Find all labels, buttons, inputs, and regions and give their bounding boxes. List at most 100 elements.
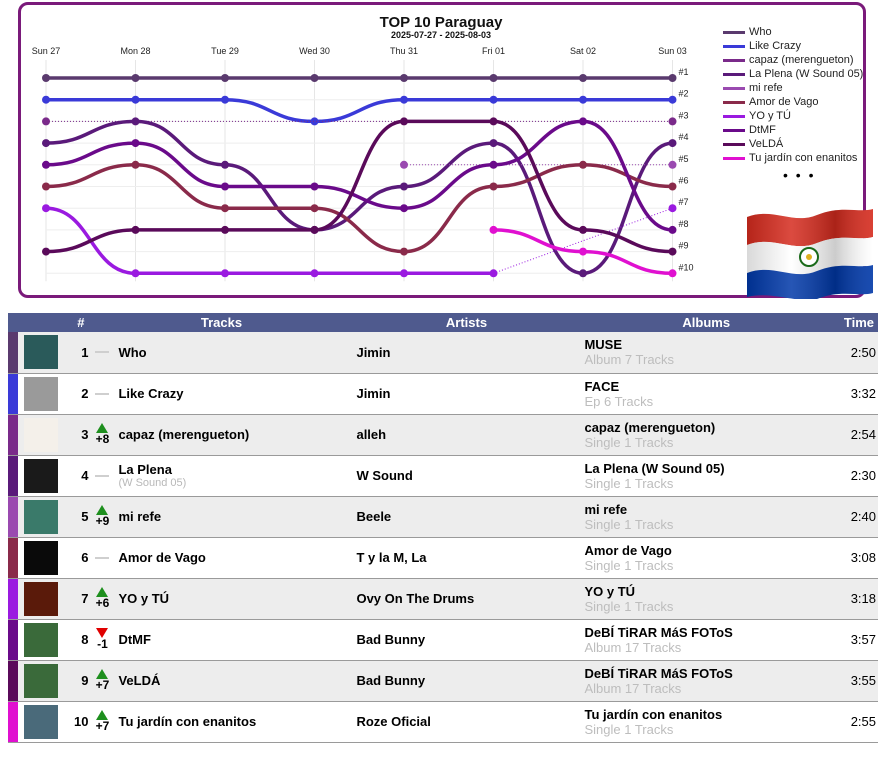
table-row[interactable]: 9 +7 VeLDÁ Bad Bunny DeBÍ TiRAR MáS FOToS Alb… <box>8 660 878 701</box>
header-albums: Albums <box>580 313 832 332</box>
series-point <box>489 182 498 191</box>
artist-cell[interactable]: Roze Oficial <box>352 701 581 742</box>
series-point <box>400 74 408 82</box>
album-cell[interactable]: DeBÍ TiRAR MáS FOToS Album 17 Tracks <box>580 660 832 701</box>
series-point <box>400 95 408 104</box>
track-cell[interactable]: Amor de Vago <box>114 537 353 578</box>
series-point <box>400 182 408 191</box>
rank-cell: 6 <box>70 537 91 578</box>
table-row[interactable]: 7 +6 YO y TÚ Ovy On The Drums YO y TÚ Single … <box>8 578 878 619</box>
album-cover-image[interactable] <box>24 704 58 739</box>
legend-more-icon[interactable]: • • • <box>783 167 883 183</box>
track-cell[interactable]: mi refe <box>114 496 353 537</box>
track-cell[interactable]: Like Crazy <box>114 373 353 414</box>
track-duration: 2:55 <box>850 714 876 729</box>
table-row[interactable]: 3 +8 capaz (merengueton) alleh capaz (mereng… <box>8 414 878 455</box>
album-cover-image[interactable] <box>24 376 58 411</box>
album-cover-image[interactable] <box>24 581 58 616</box>
legend-item: Who <box>723 25 883 39</box>
track-title: YO y TÚ <box>118 591 170 606</box>
legend-swatch <box>723 114 745 118</box>
artist-cell[interactable]: Beele <box>352 496 581 537</box>
table-row[interactable]: 2 Like Crazy Jimin FACE Ep 6 Tracks 3:32 <box>8 373 878 414</box>
album-cell[interactable]: capaz (merengueton) Single 1 Tracks <box>580 414 832 455</box>
table-row[interactable]: 8 -1 DtMF Bad Bunny DeBÍ TiRAR MáS FOToS Albu… <box>8 619 878 660</box>
day-label: Tue 29 <box>211 46 239 56</box>
track-cell[interactable]: La Plena (W Sound 05) <box>114 455 353 496</box>
legend-swatch <box>723 58 745 62</box>
movement-cell <box>90 455 115 496</box>
movement-cell: +8 <box>90 414 115 455</box>
album-cell[interactable]: Amor de Vago Single 1 Tracks <box>580 537 832 578</box>
album-cell[interactable]: La Plena (W Sound 05) Single 1 Tracks <box>580 455 832 496</box>
day-label: Sun 27 <box>32 46 61 56</box>
album-cover-image[interactable] <box>24 335 58 370</box>
album-cell[interactable]: DeBÍ TiRAR MáS FOToS Album 17 Tracks <box>580 619 832 660</box>
album-cover-image[interactable] <box>24 499 58 534</box>
track-cell[interactable]: capaz (merengueton) <box>114 414 353 455</box>
table-row[interactable]: 1 Who Jimin MUSE Album 7 Tracks 2:50 <box>8 332 878 373</box>
series-point <box>221 160 229 169</box>
table-row[interactable]: 4 La Plena (W Sound 05) W Sound La Plena (W … <box>8 455 878 496</box>
album-cover-image[interactable] <box>24 417 58 452</box>
artist-name: Beele <box>356 509 392 524</box>
artist-cell[interactable]: alleh <box>352 414 581 455</box>
album-subtitle: Single 1 Tracks <box>584 557 674 573</box>
artist-cell[interactable]: Bad Bunny <box>352 619 581 660</box>
legend-swatch <box>723 100 745 104</box>
artist-cell[interactable]: Ovy On The Drums <box>352 578 581 619</box>
track-cell[interactable]: DtMF <box>114 619 353 660</box>
time-cell: 3:57 <box>832 619 878 660</box>
album-cover-image[interactable] <box>24 458 58 493</box>
legend-swatch <box>723 142 745 146</box>
artist-cell[interactable]: T y la M, La <box>352 537 581 578</box>
artist-cell[interactable]: W Sound <box>352 455 581 496</box>
table-row[interactable]: 6 Amor de Vago T y la M, La Amor de Vago Sin… <box>8 537 878 578</box>
table-header: # Tracks Artists Albums Time <box>8 313 878 332</box>
rank-number: 3 <box>81 427 89 442</box>
series-point <box>221 269 229 278</box>
track-cell[interactable]: Who <box>114 332 353 373</box>
legend-item: VeLDÁ <box>723 137 883 151</box>
day-label: Thu 31 <box>390 46 418 56</box>
album-subtitle: Ep 6 Tracks <box>584 393 654 409</box>
no-change-icon <box>95 392 110 395</box>
album-title: La Plena (W Sound 05) <box>584 460 725 476</box>
artist-cell[interactable]: Jimin <box>352 373 581 414</box>
no-change-icon <box>95 556 110 559</box>
album-cell[interactable]: MUSE Album 7 Tracks <box>580 332 832 373</box>
movement-value: +9 <box>95 514 110 528</box>
series-point <box>42 117 50 126</box>
series-point <box>310 269 319 278</box>
movement-indicator: +7 <box>94 710 110 733</box>
track-cell[interactable]: VeLDÁ <box>114 660 353 701</box>
album-subtitle: Single 1 Tracks <box>584 516 674 532</box>
table-row[interactable]: 5 +9 mi refe Beele mi refe Single 1 Tracks 2:4… <box>8 496 878 537</box>
series-point <box>310 225 319 234</box>
time-cell: 2:30 <box>832 455 878 496</box>
rank-label: #2 <box>679 89 689 99</box>
legend-label: DtMF <box>749 124 776 136</box>
cover-cell <box>18 660 70 701</box>
movement-indicator: +9 <box>94 505 110 528</box>
album-subtitle: Single 1 Tracks <box>584 434 674 450</box>
track-cell[interactable]: YO y TÚ <box>114 578 353 619</box>
movement-value: +8 <box>95 432 110 446</box>
artist-cell[interactable]: Bad Bunny <box>352 660 581 701</box>
table-row[interactable]: 10 +7 Tu jardín con enanitos Roze Oficial Tu… <box>8 701 878 742</box>
album-cell[interactable]: YO y TÚ Single 1 Tracks <box>580 578 832 619</box>
header-artists: Artists <box>352 313 581 332</box>
album-cell[interactable]: FACE Ep 6 Tracks <box>580 373 832 414</box>
artist-name: Roze Oficial <box>356 714 431 729</box>
legend-item: mi refe <box>723 81 883 95</box>
album-cover-image[interactable] <box>24 622 58 657</box>
series-point <box>489 139 498 148</box>
album-cover-image[interactable] <box>24 540 58 575</box>
album-cell[interactable]: mi refe Single 1 Tracks <box>580 496 832 537</box>
track-cell[interactable]: Tu jardín con enanitos <box>114 701 353 742</box>
album-cover-image[interactable] <box>24 663 58 698</box>
legend-item: DtMF <box>723 123 883 137</box>
album-cell[interactable]: Tu jardín con enanitos Single 1 Tracks <box>580 701 832 742</box>
artist-cell[interactable]: Jimin <box>352 332 581 373</box>
track-duration: 3:32 <box>850 386 876 401</box>
